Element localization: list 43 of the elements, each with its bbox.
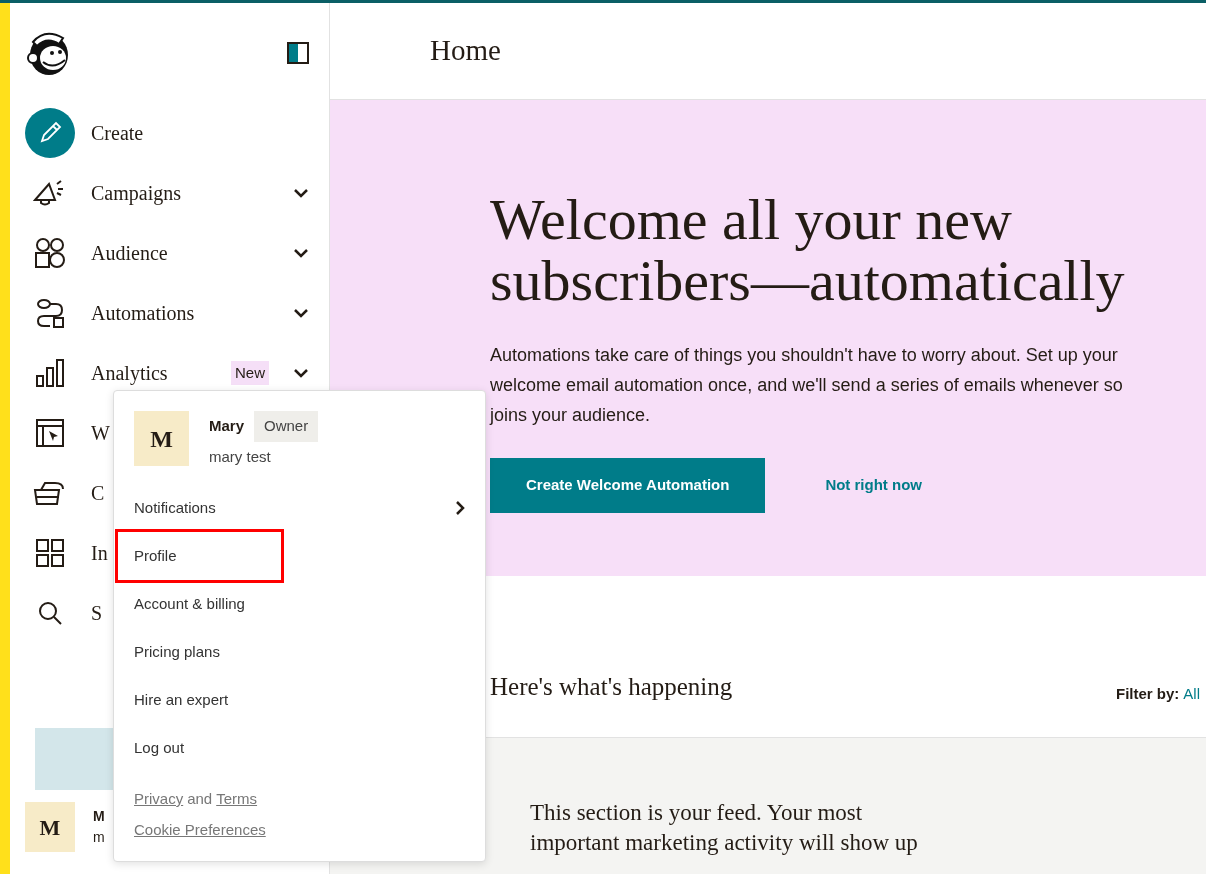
privacy-link[interactable]: Privacy — [134, 788, 184, 811]
pencil-icon — [38, 121, 62, 145]
page-title: Home — [430, 33, 501, 69]
feed-intro-text: This section is your feed. Your most important marketing activity will show up — [530, 799, 919, 857]
privacy-link[interactable]: Terms — [216, 788, 258, 811]
create-button[interactable] — [25, 108, 75, 158]
user-name: M — [93, 807, 105, 826]
menu-item[interactable]: Pricing plans — [134, 628, 465, 676]
hero-text: Automations take care of things you shouldn't have to worry about. Set up your welcome email automation once, and we'll send a series of emails whenever so joins your audience. — [490, 343, 1124, 427]
grid-icon — [36, 539, 64, 567]
search-icon — [38, 601, 62, 625]
nav-item[interactable]: Analytics — [91, 358, 215, 388]
sidebar-toggle-icon[interactable] — [287, 42, 309, 64]
bar-chart-icon — [35, 359, 65, 387]
nav-item[interactable]: Audience — [91, 238, 277, 268]
menu-item[interactable]: Notifications — [134, 484, 465, 532]
menu-item[interactable]: Log out — [134, 724, 465, 772]
user-avatar[interactable]: M — [25, 802, 75, 852]
user-name: Mary — [209, 416, 245, 436]
joiner-text: and — [187, 789, 213, 809]
cursor-window-icon — [36, 419, 64, 447]
new-badge: New — [231, 360, 269, 386]
nav-item[interactable]: Automations — [91, 298, 277, 328]
cookie-link[interactable]: Cookie Preferences — [134, 818, 266, 841]
hero-title: Welcome all your new subscribers—automatically — [490, 190, 1126, 312]
role-badge: Owner — [254, 411, 319, 442]
username: mary test — [209, 446, 272, 467]
workflow-icon — [35, 298, 65, 328]
filter-label: Filter by: — [1116, 683, 1180, 704]
menu-item[interactable]: Profile — [118, 532, 281, 580]
people-icon — [34, 237, 66, 269]
not-now-link[interactable]: Not right now — [825, 474, 923, 497]
nav-item[interactable]: Campaigns — [91, 178, 277, 208]
cart-icon — [33, 480, 67, 506]
menu-item[interactable]: Account & billing — [134, 580, 465, 628]
user-subtitle: m — [93, 828, 105, 847]
feed-title: Here's what's happening — [490, 671, 733, 702]
user-avatar: M — [134, 411, 189, 466]
menu-item[interactable]: Hire an expert — [134, 676, 465, 724]
create-automation-button[interactable]: Create Welcome Automation — [490, 457, 766, 513]
chevron-right-icon — [455, 500, 465, 516]
filter-dropdown[interactable]: All — [1183, 682, 1200, 705]
nav-item[interactable]: Create — [91, 118, 309, 148]
